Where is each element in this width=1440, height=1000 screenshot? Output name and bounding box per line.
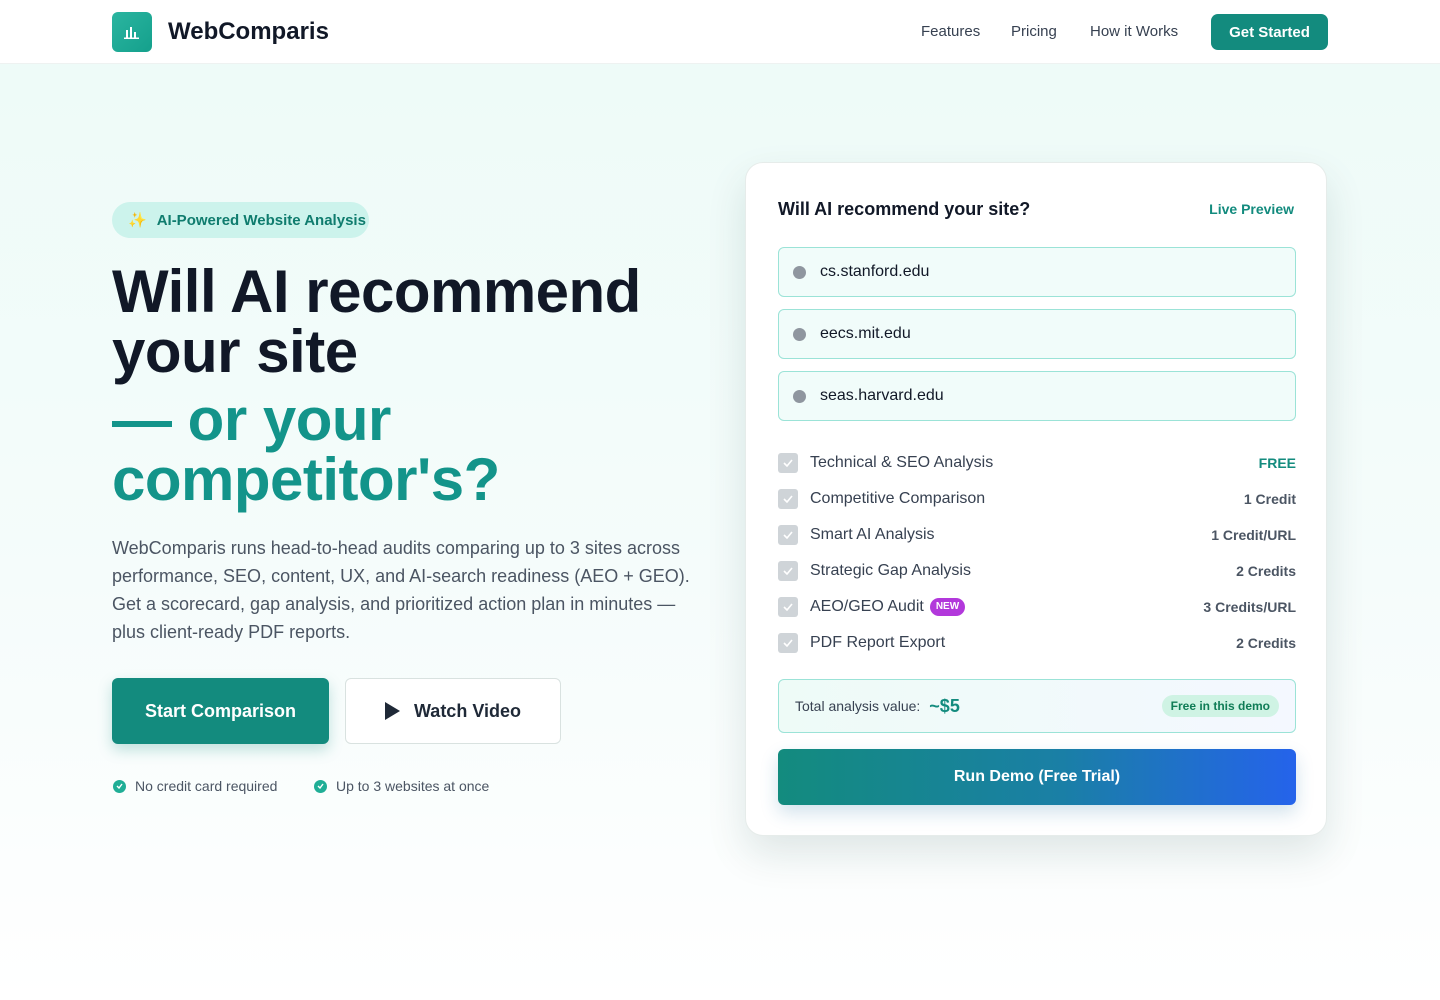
perk-three-websites: Up to 3 websites at once [314,776,489,796]
new-badge: NEW [929,598,966,616]
feature-label: PDF Report Export [810,634,946,651]
nav-features[interactable]: Features [921,20,980,44]
hero-description: WebComparis runs head-to-head audits com… [112,538,690,642]
total-value: ~$5 [929,695,960,716]
bar-chart-icon [124,27,139,39]
sparkles-icon: ✨ [128,212,147,229]
feature-price: 2 Credits [1236,563,1296,579]
total-label: Total analysis value: [795,698,921,714]
perk-label: Up to 3 websites at once [336,778,490,794]
hero-title-line-1: Will AI recommend [112,258,641,325]
nav-pricing[interactable]: Pricing [1011,20,1057,44]
card-title: Will AI recommend your site? [778,199,1031,219]
perk-label: No credit card required [135,778,278,794]
watch-video-button[interactable]: Watch Video [345,678,561,744]
start-comparison-button[interactable]: Start Comparison [112,678,329,744]
feature-pdf-export[interactable]: PDF Report Export 2 Credits [778,631,1296,655]
hero-title-line-4: competitor's? [112,446,500,513]
feature-price: 2 Credits [1236,635,1296,651]
url-input-2[interactable]: eecs.mit.edu [778,309,1296,359]
brand-name[interactable]: WebComparis [168,16,329,48]
url-value: seas.harvard.edu [820,387,944,404]
feature-technical-seo[interactable]: Technical & SEO Analysis FREE [778,451,1296,475]
feature-price: FREE [1258,455,1296,471]
globe-icon [793,327,806,341]
feature-price: 1 Credit [1243,491,1296,507]
checkbox-checked-icon[interactable] [778,561,798,581]
checkbox-checked-icon[interactable] [778,453,798,473]
globe-icon [793,389,806,403]
live-preview-label: Live Preview [1209,201,1294,217]
run-demo-button[interactable]: Run Demo (Free Trial) [778,749,1296,805]
check-circle-icon [113,779,126,793]
total-value-box: Total analysis value: ~$5 Free in this d… [778,679,1296,733]
feature-label: Smart AI Analysis [810,526,935,543]
feature-aeo-geo-audit[interactable]: AEO/GEO Audit NEW 3 Credits/URL [778,595,1296,619]
nav-how-it-works[interactable]: How it Works [1090,20,1178,44]
url-value: cs.stanford.edu [820,263,930,280]
url-input-1[interactable]: cs.stanford.edu [778,247,1296,297]
play-icon [384,702,400,720]
ai-badge: ✨ AI-Powered Website Analysis [112,202,369,238]
feature-label: AEO/GEO Audit [810,598,924,615]
get-started-button[interactable]: Get Started [1211,14,1328,50]
feature-label: Competitive Comparison [810,490,986,507]
logo[interactable] [112,12,152,52]
free-demo-badge: Free in this demo [1161,695,1279,717]
hero-title-line-3: — or your [112,386,391,453]
url-value: eecs.mit.edu [820,325,911,342]
top-navbar: WebComparis Features Pricing How it Work… [0,0,1440,64]
checkbox-checked-icon[interactable] [778,525,798,545]
watch-video-label: Watch Video [413,700,521,721]
hero-title-line-2: your site [112,318,358,385]
globe-icon [793,265,806,279]
feature-label: Technical & SEO Analysis [810,454,994,471]
check-circle-icon [314,779,327,793]
feature-price: 3 Credits/URL [1203,599,1296,615]
feature-label: Strategic Gap Analysis [810,562,971,579]
demo-card: Will AI recommend your site? Live Previe… [745,162,1327,836]
feature-price: 1 Credit/URL [1211,527,1296,543]
checkbox-checked-icon[interactable] [778,597,798,617]
badge-label: AI-Powered Website Analysis [156,211,366,229]
checkbox-checked-icon[interactable] [778,633,798,653]
feature-competitive-comparison[interactable]: Competitive Comparison 1 Credit [778,487,1296,511]
feature-smart-ai[interactable]: Smart AI Analysis 1 Credit/URL [778,523,1296,547]
perk-no-credit-card: No credit card required [113,776,277,796]
url-input-3[interactable]: seas.harvard.edu [778,371,1296,421]
checkbox-checked-icon[interactable] [778,489,798,509]
feature-strategic-gap[interactable]: Strategic Gap Analysis 2 Credits [778,559,1296,583]
